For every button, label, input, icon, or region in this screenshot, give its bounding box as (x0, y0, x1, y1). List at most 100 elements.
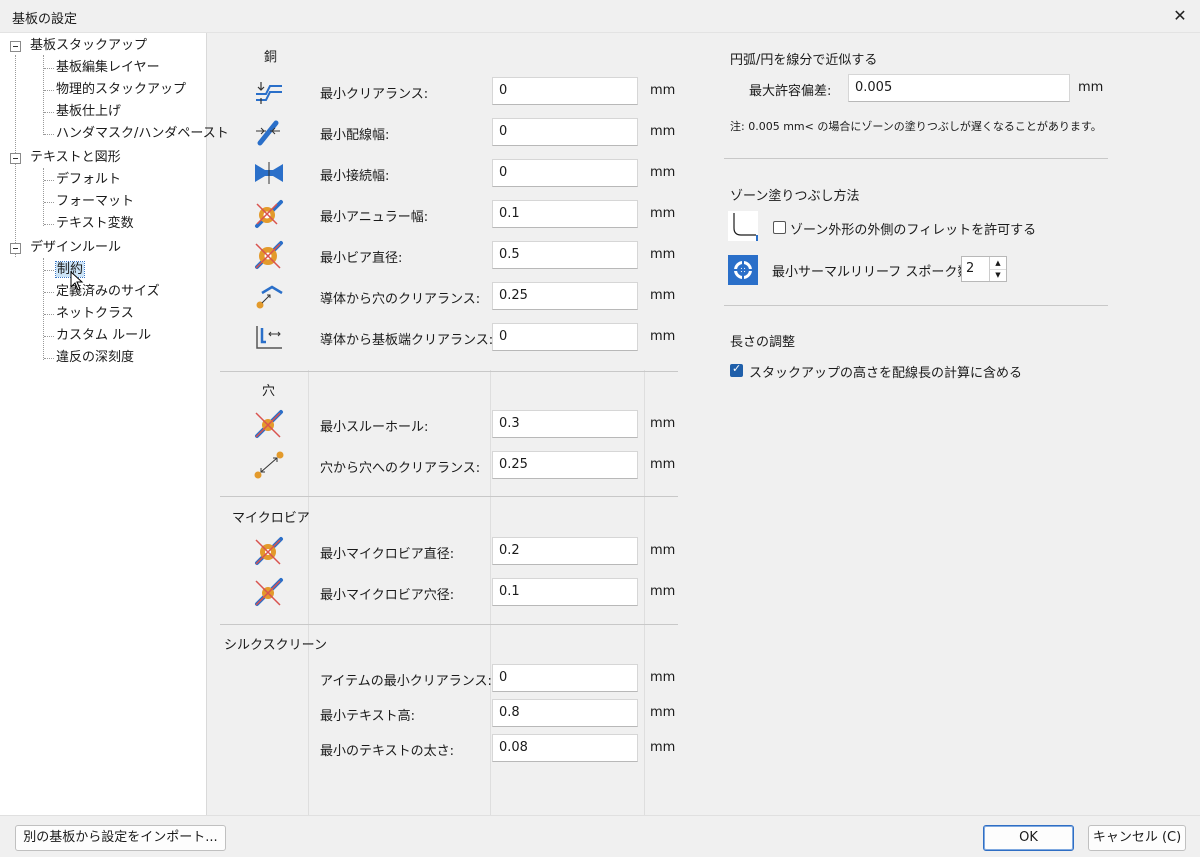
holes-heading: 穴 (262, 384, 276, 399)
collapse-icon[interactable] (10, 243, 21, 254)
hole-to-hole-label: 穴から穴へのクリアランス: (320, 461, 481, 476)
tree-item-defaults[interactable]: デフォルト (56, 170, 121, 190)
tree-connector (44, 134, 54, 135)
unit-label: mm (650, 83, 676, 98)
import-settings-button[interactable]: 別の基板から設定をインポート... (15, 825, 226, 851)
title-bar: 基板の設定 ✕ (0, 0, 1200, 33)
arc-note: 注: 0.005 mm< の場合にゾーンの塗りつぶしが遅くなることがあります。 (730, 120, 1102, 133)
min-track-width-label: 最小配線幅: (320, 128, 390, 143)
mouse-cursor-icon (70, 271, 84, 291)
tree-item-label: フォーマット (56, 194, 135, 209)
unit-label: mm (650, 705, 676, 720)
allow-fillets-label: ゾーン外形の外側のフィレットを許可する (790, 223, 1037, 238)
tree-connector (44, 270, 54, 271)
unit-label: mm (650, 124, 676, 139)
tree-item-label: カスタム ルール (56, 328, 152, 343)
tree-connector (44, 202, 54, 203)
min-text-thickness-label: 最小のテキストの太さ: (320, 744, 454, 759)
max-error-input[interactable]: 0.005 (848, 74, 1070, 102)
unit-label: mm (650, 329, 676, 344)
window-title: 基板の設定 (12, 12, 78, 27)
track-width-icon (256, 120, 280, 146)
thermal-spoke-icon (728, 255, 758, 285)
min-connection-width-label: 最小接続幅: (320, 169, 390, 184)
min-track-width-input[interactable]: 0 (492, 118, 638, 146)
min-text-height-input[interactable]: 0.8 (492, 699, 638, 727)
min-annular-width-label: 最小アニュラー幅: (320, 210, 429, 225)
tree-item-text-graphics[interactable]: テキストと図形 (10, 148, 121, 168)
min-connection-width-input[interactable]: 0 (492, 159, 638, 187)
min-microvia-drill-label: 最小マイクロビア穴径: (320, 588, 455, 603)
tree-item-board-stackup[interactable]: 基板スタックアップ (10, 36, 147, 56)
settings-tree: 基板スタックアップ 基板編集レイヤー 物理的スタックアップ 基板仕上げ ハンダマ… (0, 33, 229, 815)
hole-to-hole-input[interactable]: 0.25 (492, 451, 638, 479)
tree-item-label: 基板編集レイヤー (56, 60, 160, 75)
unit-label: mm (650, 740, 676, 755)
allow-fillets-checkbox[interactable] (773, 221, 786, 234)
via-diameter-icon (255, 241, 283, 269)
min-annular-width-input[interactable]: 0.1 (492, 200, 638, 228)
tree-connector (43, 258, 44, 360)
min-text-thickness-input[interactable]: 0.08 (492, 734, 638, 762)
include-stackup-label: スタックアップの高さを配線長の計算に含める (749, 366, 1023, 381)
silk-min-clearance-input[interactable]: 0 (492, 664, 638, 692)
collapse-icon[interactable] (10, 153, 21, 164)
unit-label: mm (650, 416, 676, 431)
min-through-hole-input[interactable]: 0.3 (492, 410, 638, 438)
tree-connector (44, 358, 54, 359)
copper-hole-clearance-icon (256, 285, 283, 309)
close-icon[interactable]: ✕ (1168, 4, 1192, 28)
unit-label: mm (650, 670, 676, 685)
column-separator (308, 370, 309, 830)
annular-width-icon (255, 200, 283, 228)
tree-connector (44, 112, 54, 113)
edge-clearance-label: 導体から基板端クリアランス: (320, 333, 494, 348)
tree-item-custom-rules[interactable]: カスタム ルール (56, 326, 151, 346)
tree-item-text-variables[interactable]: テキスト変数 (56, 214, 134, 234)
tree-item-solder-mask[interactable]: ハンダマスク/ハンダペースト (56, 124, 229, 144)
tree-item-design-rules[interactable]: デザインルール (10, 238, 121, 258)
unit-label: mm (1078, 80, 1104, 95)
unit-label: mm (650, 206, 676, 221)
length-tuning-heading: 長さの調整 (730, 335, 796, 350)
column-separator (644, 370, 645, 830)
tree-connector (44, 314, 54, 315)
tree-item-label: 物理的スタックアップ (56, 82, 187, 97)
min-text-height-label: 最小テキスト高: (320, 709, 415, 724)
copper-hole-clearance-input[interactable]: 0.25 (492, 282, 638, 310)
tree-item-physical-stackup[interactable]: 物理的スタックアップ (56, 80, 186, 100)
cancel-button[interactable]: キャンセル (C) (1088, 825, 1186, 851)
tree-item-label: ハンダマスク/ハンダペースト (56, 126, 229, 141)
min-microvia-drill-input[interactable]: 0.1 (492, 578, 638, 606)
min-microvia-diameter-input[interactable]: 0.2 (492, 537, 638, 565)
tree-item-label: 基板仕上げ (56, 104, 122, 119)
max-error-label: 最大許容偏差: (749, 84, 832, 99)
ok-button[interactable]: OK (983, 825, 1074, 851)
min-via-diameter-label: 最小ビア直径: (320, 251, 403, 266)
edge-clearance-input[interactable]: 0 (492, 323, 638, 351)
unit-label: mm (650, 247, 676, 262)
section-divider (220, 371, 678, 372)
tree-connector (44, 336, 54, 337)
tree-item-board-editor-layers[interactable]: 基板編集レイヤー (56, 58, 160, 78)
collapse-icon[interactable] (10, 41, 21, 52)
tree-connector (44, 180, 54, 181)
min-via-diameter-input[interactable]: 0.5 (492, 241, 638, 269)
tree-item-net-classes[interactable]: ネットクラス (56, 304, 134, 324)
min-spokes-value: 2 (966, 261, 975, 276)
min-clearance-label: 最小クリアランス: (320, 87, 429, 102)
include-stackup-checkbox[interactable] (730, 362, 743, 377)
min-spokes-spinner[interactable]: 2 ▲ ▼ (961, 256, 1007, 282)
unit-label: mm (650, 288, 676, 303)
tree-connector (43, 168, 44, 226)
column-separator (490, 370, 491, 830)
tree-item-formatting[interactable]: フォーマット (56, 192, 134, 212)
dialog-footer: 別の基板から設定をインポート... OK キャンセル (C) (0, 815, 1200, 857)
tree-item-board-finish[interactable]: 基板仕上げ (56, 102, 121, 122)
tree-connector (44, 292, 54, 293)
zone-fill-heading: ゾーン塗りつぶし方法 (730, 189, 860, 204)
min-clearance-input[interactable]: 0 (492, 77, 638, 105)
section-divider (724, 305, 1108, 306)
tree-item-violation-severity[interactable]: 違反の深刻度 (56, 348, 134, 368)
spin-down-icon[interactable]: ▼ (990, 269, 1006, 281)
